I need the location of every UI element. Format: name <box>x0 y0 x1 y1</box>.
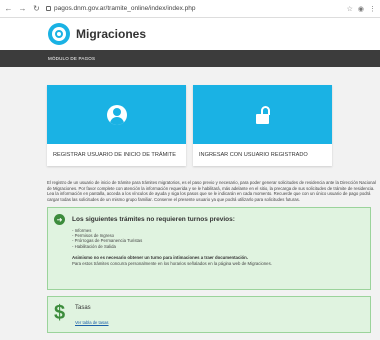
bookmark-star-icon[interactable]: ☆ <box>347 5 353 13</box>
info-box: ➜ Los siguientes trámites no requieren t… <box>47 207 371 290</box>
tasas-table-link[interactable]: Ver tabla de tasas <box>75 320 109 325</box>
action-cards: REGISTRAR USUARIO DE INICIO DE TRÁMITE I… <box>47 85 380 166</box>
intro-text: El registro de un usuario de inicio de t… <box>47 180 376 202</box>
unlock-icon <box>255 105 270 124</box>
forward-icon[interactable]: → <box>18 4 27 13</box>
browser-menu-icon[interactable]: ⋮ <box>369 5 376 13</box>
url-text: pagos.dnm.gov.ar/tramite_online/index/in… <box>54 5 196 12</box>
tasas-box: $ Tasas Ver tabla de tasas <box>47 296 371 333</box>
info-note: Para estos trámites concurra personalmen… <box>72 260 272 266</box>
dollar-icon: $ <box>54 302 66 324</box>
module-bar: MÓDULO DE PAGOS <box>0 50 380 67</box>
info-box-title: Los siguientes trámites no requieren tur… <box>72 216 235 223</box>
module-label: MÓDULO DE PAGOS <box>48 56 96 61</box>
login-card[interactable]: INGRESAR CON USUARIO REGISTRADO <box>193 85 332 166</box>
migraciones-logo-icon[interactable] <box>48 23 70 45</box>
back-icon[interactable]: ← <box>4 4 13 13</box>
user-icon <box>106 104 127 125</box>
register-user-label[interactable]: REGISTRAR USUARIO DE INICIO DE TRÁMITE <box>47 144 186 166</box>
list-item: - Habilitación de Salida <box>72 243 116 249</box>
brand-title[interactable]: Migraciones <box>76 27 146 41</box>
info-note-bold: Asimismo no es necesario obtener un turn… <box>72 254 248 260</box>
procedures-list: - Informes - Permisos de Ingreso - Prórr… <box>72 228 272 249</box>
lock-icon <box>46 6 51 11</box>
extension-icon[interactable]: ◉ <box>358 5 364 13</box>
site-header: Migraciones <box>0 18 380 50</box>
arrow-right-circle-icon: ➜ <box>54 214 65 225</box>
register-user-card[interactable]: REGISTRAR USUARIO DE INICIO DE TRÁMITE <box>47 85 186 166</box>
reload-icon[interactable]: ↻ <box>32 4 41 13</box>
address-bar[interactable]: pagos.dnm.gov.ar/tramite_online/index/in… <box>46 5 342 12</box>
browser-toolbar: ← → ↻ pagos.dnm.gov.ar/tramite_online/in… <box>0 0 380 18</box>
tasas-title: Tasas <box>75 305 91 311</box>
login-label[interactable]: INGRESAR CON USUARIO REGISTRADO <box>193 144 332 166</box>
